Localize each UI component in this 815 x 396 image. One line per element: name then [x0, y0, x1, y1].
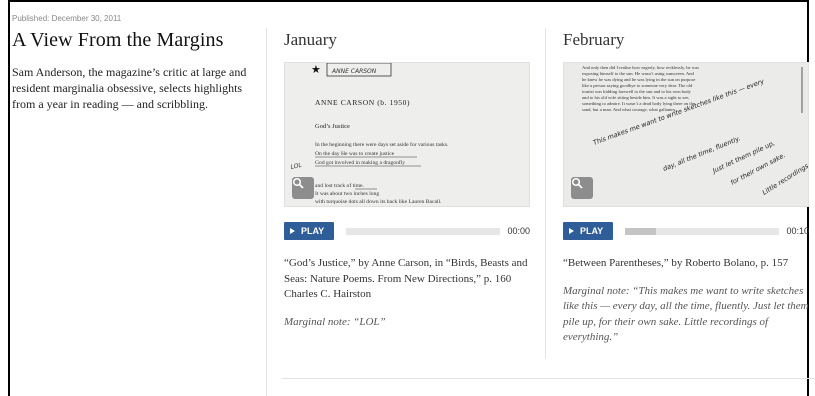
column-divider [545, 28, 546, 358]
entry-caption: “God’s Justice,” by Anne Carson, in “Bir… [284, 257, 528, 300]
entry-january: January ★ ANNE CARSON ANNE CARSON (b. 19… [284, 30, 530, 330]
marginal-note: Marginal note: “This makes me want to wr… [563, 284, 809, 344]
play-label: PLAY [580, 226, 604, 236]
play-icon [569, 228, 574, 234]
poem-title: God’s Justice [315, 123, 350, 130]
entry-february: February And only then did I realise how… [563, 30, 809, 346]
scan-line: like a person saying goodbye to someone … [582, 83, 693, 88]
scan-line: he knew he was dying and he was lying in… [582, 77, 695, 82]
svg-text:★: ★ [311, 63, 321, 76]
play-label: PLAY [301, 226, 325, 236]
article-description: Sam Anderson, the magazine’s critic at l… [12, 65, 247, 111]
audio-player: PLAY 00:10 [563, 222, 809, 240]
poem-line: and lost track of time. [315, 182, 365, 189]
scan-image[interactable]: And only then did I realise how eagerly,… [563, 62, 809, 207]
progress-track[interactable] [346, 227, 500, 235]
play-button[interactable]: PLAY [563, 222, 613, 240]
poem-line: with turquoise dots all down its back li… [315, 199, 442, 205]
elapsed-time: 00:00 [507, 226, 530, 236]
progress-track[interactable] [625, 227, 779, 235]
zoom-button[interactable] [292, 177, 314, 199]
search-icon [292, 177, 304, 189]
marginal-note: Marginal note: “LOL” [284, 315, 386, 328]
page-title: A View From the Margins [12, 29, 224, 51]
search-icon [571, 177, 583, 189]
zoom-button[interactable] [571, 177, 593, 199]
scan-line: exposing himself to the sun. He wasn’t u… [582, 71, 695, 76]
scan-line: something to admire. It wasn’t a dead bo… [582, 101, 695, 106]
entry-caption: “Between Parentheses,” by Roberto Bolano… [563, 257, 789, 269]
poem-line: On the day He was to create justice [315, 151, 395, 157]
scan-line: tourist was bidding farewell to the sun … [582, 89, 692, 94]
published-date: Published: December 30, 2011 [12, 14, 122, 23]
entry-month: February [563, 30, 625, 49]
article-intro: Published: December 30, 2011 A View From… [12, 14, 252, 112]
scan-image[interactable]: ★ ANNE CARSON ANNE CARSON (b. 1950) God’… [284, 62, 530, 207]
column-divider [266, 28, 267, 396]
progress-fill [625, 227, 656, 235]
poem-line: God got involved in making a dragonfly [315, 159, 405, 166]
row-divider [282, 378, 815, 379]
poem-line: In the beginning there were days set asi… [315, 141, 449, 148]
scan-page: And only then did I realise how eagerly,… [564, 63, 808, 206]
elapsed-time: 00:10 [786, 226, 809, 236]
handwritten-name: ANNE CARSON [331, 68, 377, 75]
play-button[interactable]: PLAY [284, 222, 334, 240]
entry-month: January [284, 30, 337, 49]
scan-page: ★ ANNE CARSON ANNE CARSON (b. 1950) God’… [285, 63, 529, 206]
poem-line: It was about two inches long [315, 191, 379, 197]
scan-heading: ANNE CARSON (b. 1950) [315, 98, 410, 107]
audio-player: PLAY 00:00 [284, 222, 530, 240]
play-icon [290, 228, 295, 234]
